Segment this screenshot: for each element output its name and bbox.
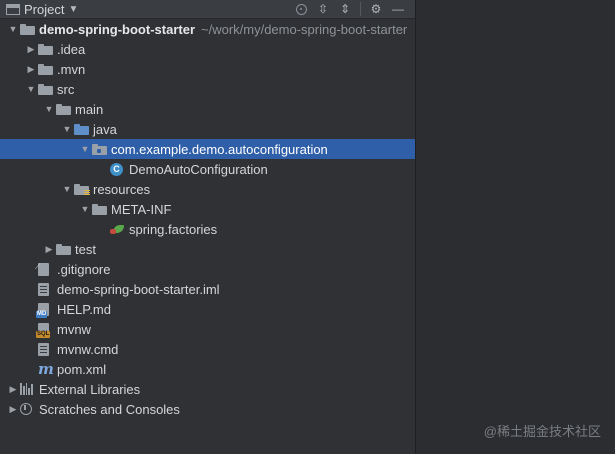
- folder-icon: [38, 39, 56, 59]
- tree-item-label: .gitignore: [57, 261, 111, 277]
- tree-row[interactable]: MD HELP.md: [0, 299, 415, 319]
- tree-item-label: spring.factories: [129, 221, 218, 237]
- tree-row[interactable]: SQL mvnw: [0, 319, 415, 339]
- tree-item-label: com.example.demo.autoconfiguration: [111, 141, 328, 157]
- source-folder-icon: [74, 119, 92, 139]
- hide-icon: —: [392, 2, 404, 16]
- tree-item-label: test: [75, 241, 96, 257]
- chevron-right-icon[interactable]: ▶: [24, 59, 38, 79]
- project-panel: Project ▼ ⇳ ⇕ ⚙ — ▼ demo-spring-boot-star…: [0, 0, 416, 454]
- libraries-icon: [20, 379, 38, 399]
- locate-button[interactable]: [290, 0, 312, 18]
- tree-row[interactable]: m pom.xml: [0, 359, 415, 379]
- tree-item-label: .idea: [57, 41, 86, 57]
- chevron-down-icon[interactable]: ▼: [42, 99, 56, 119]
- chevron-right-icon[interactable]: ▶: [24, 39, 38, 59]
- tree-row[interactable]: ▼ com.example.demo.autoconfiguration: [0, 139, 415, 159]
- tree-item-label: demo-spring-boot-starter.iml: [57, 281, 220, 297]
- tree-row[interactable]: ⟋ .gitignore: [0, 259, 415, 279]
- tree-item-label: HELP.md: [57, 301, 111, 317]
- chevron-down-icon[interactable]: ▼: [60, 119, 74, 139]
- chevron-down-icon[interactable]: ▼: [24, 79, 38, 99]
- tree-item-label: mvnw.cmd: [57, 341, 119, 357]
- tree-item-label: java: [93, 121, 117, 137]
- markdown-icon: MD: [36, 299, 56, 319]
- tree-item-label: .mvn: [57, 61, 86, 77]
- hide-button[interactable]: —: [387, 0, 409, 18]
- tree-item-label: External Libraries: [39, 381, 141, 397]
- folder-icon: [38, 59, 56, 79]
- tree-row[interactable]: ▼ java: [0, 119, 415, 139]
- project-path: ~/work/my/demo-spring-boot-starter: [201, 21, 408, 37]
- script-file-icon: SQL: [36, 319, 56, 339]
- tree-row[interactable]: ▶ .idea: [0, 39, 415, 59]
- project-view-selector[interactable]: Project: [24, 2, 64, 17]
- tree-item-label: Scratches and Consoles: [39, 401, 180, 417]
- collapse-all-icon: ⇕: [339, 2, 351, 16]
- chevron-down-icon[interactable]: ▼: [68, 4, 78, 15]
- tree-row[interactable]: ▼ resources: [0, 179, 415, 199]
- spring-icon: [110, 219, 128, 239]
- folder-icon: [20, 19, 38, 39]
- tree-item-label: DemoAutoConfiguration: [129, 161, 268, 177]
- folder-icon: [56, 99, 74, 119]
- iml-file-icon: [38, 279, 56, 299]
- tree-item-label: src: [57, 81, 75, 97]
- project-tree[interactable]: ▼ demo-spring-boot-starter ~/work/my/demo-…: [0, 19, 415, 419]
- package-icon: [92, 139, 110, 159]
- chevron-down-icon[interactable]: ▼: [60, 179, 74, 199]
- toolbar-separator: [360, 2, 361, 16]
- tree-row[interactable]: ▼ demo-spring-boot-starter ~/work/my/demo-…: [0, 19, 415, 39]
- folder-icon: [56, 239, 74, 259]
- scratches-icon: [20, 399, 38, 419]
- chevron-down-icon[interactable]: ▼: [78, 139, 92, 159]
- tree-row[interactable]: ▶ Scratches and Consoles: [0, 399, 415, 419]
- folder-icon: [38, 79, 56, 99]
- tree-row[interactable]: ▶ test: [0, 239, 415, 259]
- settings-button[interactable]: ⚙: [365, 0, 387, 18]
- class-icon: C: [110, 159, 128, 179]
- chevron-right-icon[interactable]: ▶: [6, 399, 20, 419]
- tree-row[interactable]: ▼ main: [0, 99, 415, 119]
- chevron-down-icon[interactable]: ▼: [78, 199, 92, 219]
- tree-row[interactable]: C DemoAutoConfiguration: [0, 159, 415, 179]
- gitignore-icon: ⟋: [35, 259, 56, 279]
- expand-all-icon: ⇳: [317, 2, 329, 16]
- tree-row[interactable]: mvnw.cmd: [0, 339, 415, 359]
- tree-row[interactable]: ▶ .mvn: [0, 59, 415, 79]
- expand-all-button[interactable]: ⇳: [312, 0, 334, 18]
- collapse-all-button[interactable]: ⇕: [334, 0, 356, 18]
- tree-item-label: main: [75, 101, 104, 117]
- project-toolwindow-header: Project ▼ ⇳ ⇕ ⚙ —: [0, 0, 415, 19]
- tree-row[interactable]: ▼ META-INF: [0, 199, 415, 219]
- chevron-down-icon[interactable]: ▼: [6, 19, 20, 39]
- project-window-icon: [6, 3, 20, 15]
- tree-row[interactable]: spring.factories: [0, 219, 415, 239]
- resources-folder-icon: [74, 179, 92, 199]
- chevron-right-icon[interactable]: ▶: [42, 239, 56, 259]
- tree-row[interactable]: demo-spring-boot-starter.iml: [0, 279, 415, 299]
- tree-row[interactable]: ▼ src: [0, 79, 415, 99]
- tree-item-label: mvnw: [57, 321, 91, 337]
- editor-area: @稀土掘金技术社区: [416, 0, 615, 454]
- tree-item-label: resources: [93, 181, 151, 197]
- gear-icon: ⚙: [370, 2, 382, 16]
- locate-icon: [295, 3, 307, 15]
- tree-item-label: pom.xml: [57, 361, 107, 377]
- folder-icon: [92, 199, 110, 219]
- tree-item-label: demo-spring-boot-starter: [39, 21, 195, 37]
- chevron-right-icon[interactable]: ▶: [6, 379, 20, 399]
- tree-item-label: META-INF: [111, 201, 172, 217]
- text-file-icon: [38, 339, 56, 359]
- maven-icon: m: [38, 360, 54, 378]
- tree-row[interactable]: ▶ External Libraries: [0, 379, 415, 399]
- watermark: @稀土掘金技术社区: [483, 424, 601, 439]
